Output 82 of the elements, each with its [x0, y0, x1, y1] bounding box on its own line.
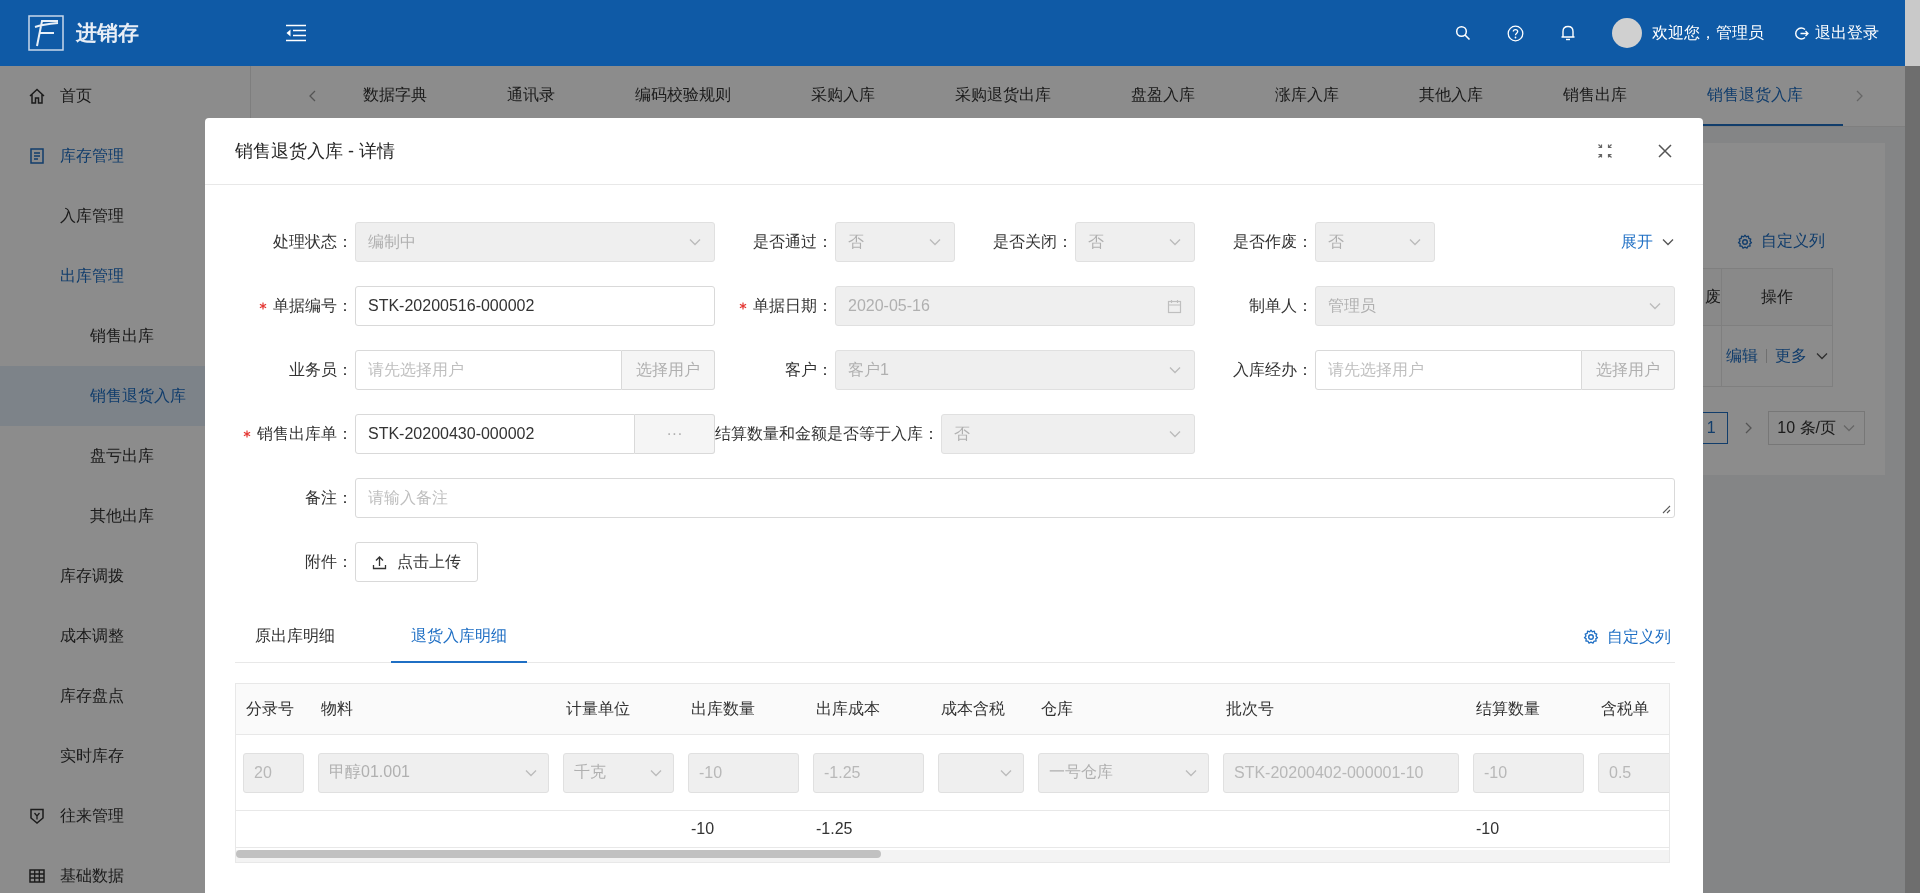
- sidebar-item-label: 基础数据: [60, 865, 124, 886]
- text-field[interactable]: STK-20200430-000002: [355, 414, 635, 454]
- dialog-title: 销售退货入库 - 详情: [235, 140, 395, 163]
- column-header: 批次号: [1225, 698, 1275, 719]
- sidebar-item-label: 其他出库: [90, 505, 154, 526]
- logout-button[interactable]: 退出登录: [1794, 22, 1879, 44]
- sidebar-item-label: 往来管理: [60, 805, 124, 826]
- sidebar-item-label: 库存管理: [60, 145, 124, 166]
- menu-fold-icon[interactable]: [285, 24, 307, 42]
- field-label: 单据日期：: [753, 295, 833, 316]
- field-label: 入库经办：: [1233, 359, 1313, 380]
- column-header: 出库成本: [815, 698, 881, 719]
- sidebar-item-label: 销售出库: [90, 325, 154, 346]
- sidebar-item-label: 库存调拨: [60, 565, 124, 586]
- sidebar-item-label: 成本调整: [60, 625, 124, 646]
- column-header: 操作: [1721, 269, 1832, 325]
- text-field[interactable]: 请先选择用户: [1315, 350, 1582, 390]
- field-label: 业务员：: [289, 359, 353, 380]
- edit-link[interactable]: 编辑: [1725, 345, 1758, 367]
- column-header: 成本含税: [940, 698, 1006, 719]
- sidebar-item-label: 实时库存: [60, 745, 124, 766]
- scrollbar[interactable]: [236, 850, 1669, 862]
- settings-icon: [1583, 629, 1599, 645]
- sidebar-item-label: 出库管理: [60, 265, 124, 286]
- settings-icon: [1737, 233, 1753, 250]
- column-header: 废: [1704, 286, 1721, 307]
- document-icon: [28, 147, 46, 165]
- sidebar-item-label: 库存盘点: [60, 685, 124, 706]
- field-label: 结算数量和金额是否等于入库：: [715, 423, 939, 444]
- field-label: 制单人：: [1249, 295, 1313, 316]
- sidebar-item-label: 首页: [60, 85, 92, 106]
- bell-icon[interactable]: [1560, 24, 1576, 42]
- help-icon[interactable]: [1507, 24, 1524, 42]
- sidebar-item-label: 入库管理: [60, 205, 124, 226]
- field-label: 是否关闭：: [993, 231, 1073, 252]
- grid-icon: [28, 867, 46, 885]
- upload-button[interactable]: 点击上传: [355, 542, 478, 582]
- scrollbar[interactable]: [1905, 0, 1920, 893]
- welcome-text: 欢迎您，管理员: [1652, 22, 1764, 43]
- field-label: 备注：: [305, 487, 353, 508]
- custom-columns-button[interactable]: 自定义列: [1737, 231, 1825, 252]
- field-label: 销售出库单：: [257, 423, 353, 444]
- field-label: 单据编号：: [273, 295, 353, 316]
- sidebar-item-label: 盘亏出库: [90, 445, 154, 466]
- upload-icon: [372, 554, 387, 570]
- expand-link[interactable]: 展开: [1621, 231, 1675, 253]
- shield-icon: [28, 807, 46, 825]
- column-header: 结算数量: [1475, 698, 1541, 719]
- close-icon[interactable]: [1657, 143, 1673, 159]
- detail-tab[interactable]: 原出库明细: [235, 612, 355, 663]
- column-header: 仓库: [1040, 698, 1074, 719]
- column-header: 分录号: [245, 698, 295, 719]
- custom-columns-button[interactable]: 自定义列: [1583, 612, 1671, 662]
- calendar-icon: [1167, 298, 1182, 314]
- page-size-select[interactable]: 10 条/页: [1768, 411, 1865, 445]
- column-header: 出库数量: [690, 698, 756, 719]
- column-header: 含税单: [1600, 698, 1650, 719]
- sidebar-item[interactable]: 基础数据: [0, 846, 250, 893]
- field-label: 是否通过：: [753, 231, 833, 252]
- field-label: 附件：: [305, 551, 353, 572]
- app-name: 进销存: [76, 20, 139, 46]
- field-label: 处理状态：: [273, 231, 353, 252]
- column-header: 计量单位: [565, 698, 631, 719]
- summary-value: -10: [1476, 820, 1500, 838]
- search-icon[interactable]: [1455, 25, 1471, 41]
- resize-handle-icon[interactable]: [1662, 505, 1671, 514]
- text-field[interactable]: STK-20200516-000002: [355, 286, 715, 326]
- field-label: 客户：: [785, 359, 833, 380]
- column-header: 物料: [320, 698, 354, 719]
- sidebar-item-label: 销售退货入库: [90, 385, 186, 406]
- more-link[interactable]: 更多: [1774, 345, 1807, 367]
- field-label: 是否作废：: [1233, 231, 1313, 252]
- sidebar-item[interactable]: 首页: [0, 66, 250, 126]
- avatar[interactable]: [1612, 18, 1642, 48]
- detail-tab[interactable]: 退货入库明细: [391, 612, 527, 663]
- logo-icon: [28, 15, 64, 51]
- home-icon: [28, 87, 46, 105]
- summary-value: -1.25: [816, 820, 853, 838]
- text-field[interactable]: 请先选择用户: [355, 350, 622, 390]
- summary-value: -10: [691, 820, 715, 838]
- fullscreen-icon[interactable]: [1597, 143, 1613, 159]
- logout-icon: [1794, 25, 1809, 41]
